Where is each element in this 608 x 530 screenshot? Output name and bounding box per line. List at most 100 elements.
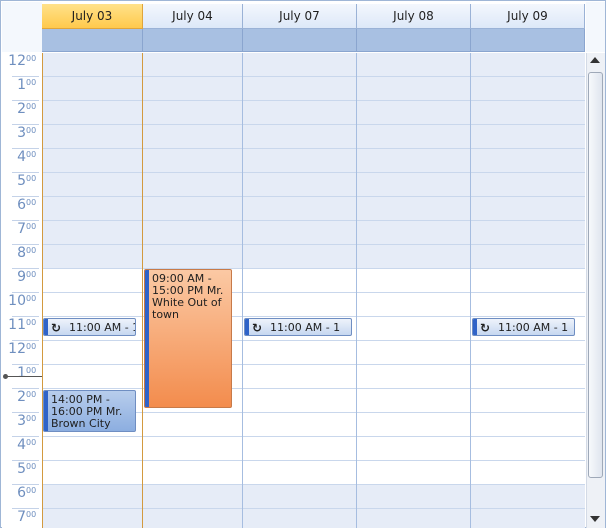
all-day-cell[interactable] <box>357 29 471 52</box>
hour-minutes: 00 <box>26 486 37 495</box>
appointment-label: 11:00 AM - 1 <box>270 321 341 334</box>
scroll-up-arrow-icon[interactable] <box>590 57 600 63</box>
hour-number: 3 <box>17 413 26 429</box>
day-separator <box>356 53 357 528</box>
all-day-cell[interactable] <box>243 29 357 52</box>
hour-minutes: 00 <box>26 462 37 471</box>
hour-number: 6 <box>17 485 26 501</box>
hour-label: 6 00 <box>2 197 42 221</box>
hour-label: 3 00 <box>2 413 42 437</box>
time-slot-row[interactable] <box>42 125 585 149</box>
hour-minutes: 00 <box>26 222 37 231</box>
scrollbar-header-spacer <box>586 2 605 52</box>
time-slot-row[interactable] <box>42 245 585 269</box>
hour-label: 10 00 <box>2 293 42 317</box>
hour-number: 9 <box>17 269 26 285</box>
recurrence-icon: ↻ <box>480 321 491 335</box>
hour-number: 1 <box>17 77 26 93</box>
hour-label: 2 00 <box>2 101 42 125</box>
time-slot-row[interactable] <box>42 365 585 389</box>
appointment-status-bar <box>44 319 48 335</box>
all-day-cell[interactable] <box>143 29 243 52</box>
time-slot-row[interactable] <box>42 53 585 77</box>
appointment-label: 11:00 AM - 1 <box>69 321 136 334</box>
day-header-july-03[interactable]: July 03 <box>42 4 143 29</box>
hour-minutes: 00 <box>26 246 37 255</box>
hour-number: 5 <box>17 173 26 189</box>
hour-minutes: 00 <box>26 126 37 135</box>
time-slot-row[interactable] <box>42 77 585 101</box>
appointment-recurring[interactable]: ↻ 11:00 AM - 1 <box>244 318 352 336</box>
hour-number: 5 <box>17 461 26 477</box>
time-slot-row[interactable] <box>42 293 585 317</box>
hour-label: 5 00 <box>2 173 42 197</box>
hour-number: 7 <box>17 509 26 525</box>
day-header-july-08[interactable]: July 08 <box>357 4 471 29</box>
appointment-recurring[interactable]: ↻ 11:00 AM - 1 <box>43 318 136 336</box>
time-slot-row[interactable] <box>42 197 585 221</box>
hour-label: 4 00 <box>2 437 42 461</box>
hour-number: 7 <box>17 221 26 237</box>
scrollbar-thumb[interactable] <box>588 72 603 478</box>
time-slot-row[interactable] <box>42 173 585 197</box>
all-day-cell[interactable] <box>471 29 585 52</box>
all-day-cell[interactable] <box>42 29 143 52</box>
hour-number: 4 <box>17 437 26 453</box>
time-slot-row[interactable] <box>42 485 585 509</box>
hour-label: 12 00 <box>2 341 42 365</box>
hour-minutes: 00 <box>26 78 37 87</box>
hour-label: 7 00 <box>2 509 42 528</box>
day-header-july-09[interactable]: July 09 <box>471 4 585 29</box>
current-time-marker <box>3 374 8 379</box>
hour-minutes: 00 <box>26 270 37 279</box>
time-slot-row[interactable] <box>42 101 585 125</box>
hour-minutes: 00 <box>26 342 37 351</box>
hour-number: 2 <box>17 389 26 405</box>
appointment-text: 14:00 PM - 16:00 PM Mr. Brown City <box>51 393 123 430</box>
hour-minutes: 00 <box>26 294 37 303</box>
hour-label: 7 00 <box>2 221 42 245</box>
hour-minutes: 00 <box>26 438 37 447</box>
appointment-brown-city[interactable]: 14:00 PM - 16:00 PM Mr. Brown City <box>43 390 136 432</box>
day-header-july-04[interactable]: July 04 <box>143 4 243 29</box>
hour-number: 12 <box>8 53 26 69</box>
hour-minutes: 00 <box>26 510 37 519</box>
hour-label: 8 00 <box>2 245 42 269</box>
time-grid[interactable] <box>42 53 585 528</box>
appointment-label: 11:00 AM - 1 <box>498 321 569 334</box>
hour-label: 9 00 <box>2 269 42 293</box>
hour-label: 2 00 <box>2 389 42 413</box>
time-slot-row[interactable] <box>42 341 585 365</box>
hour-number: 4 <box>17 149 26 165</box>
scroll-down-arrow-icon[interactable] <box>590 516 600 522</box>
vertical-scrollbar[interactable] <box>586 53 605 528</box>
day-separator <box>242 53 243 528</box>
time-slot-row[interactable] <box>42 509 585 528</box>
time-slot-row[interactable] <box>42 221 585 245</box>
hour-label: 6 00 <box>2 485 42 509</box>
appointment-status-bar <box>44 391 48 431</box>
time-slot-row[interactable] <box>42 437 585 461</box>
hour-minutes: 00 <box>26 150 37 159</box>
hour-minutes: 00 <box>26 174 37 183</box>
appointment-recurring[interactable]: ↻ 11:00 AM - 1 <box>472 318 575 336</box>
day-separator <box>142 53 143 528</box>
appointment-status-bar <box>473 319 477 335</box>
time-slot-row[interactable] <box>42 149 585 173</box>
time-slot-row[interactable] <box>42 461 585 485</box>
time-slot-row[interactable] <box>42 269 585 293</box>
hour-minutes: 00 <box>26 198 37 207</box>
hour-number: 10 <box>8 293 26 309</box>
appointment-status-bar <box>245 319 249 335</box>
hour-minutes: 00 <box>26 390 37 399</box>
day-header-july-07[interactable]: July 07 <box>243 4 357 29</box>
appointment-white-out-of-town[interactable]: 09:00 AM - 15:00 PM Mr. White Out of tow… <box>144 269 232 408</box>
recurrence-icon: ↻ <box>252 321 263 335</box>
hour-minutes: 00 <box>26 318 37 327</box>
hour-number: 1 <box>17 365 26 381</box>
hour-label: 5 00 <box>2 461 42 485</box>
hour-number: 12 <box>8 341 26 357</box>
hour-number: 3 <box>17 125 26 141</box>
hour-label: 1 00 <box>2 77 42 101</box>
header-corner <box>2 2 42 52</box>
